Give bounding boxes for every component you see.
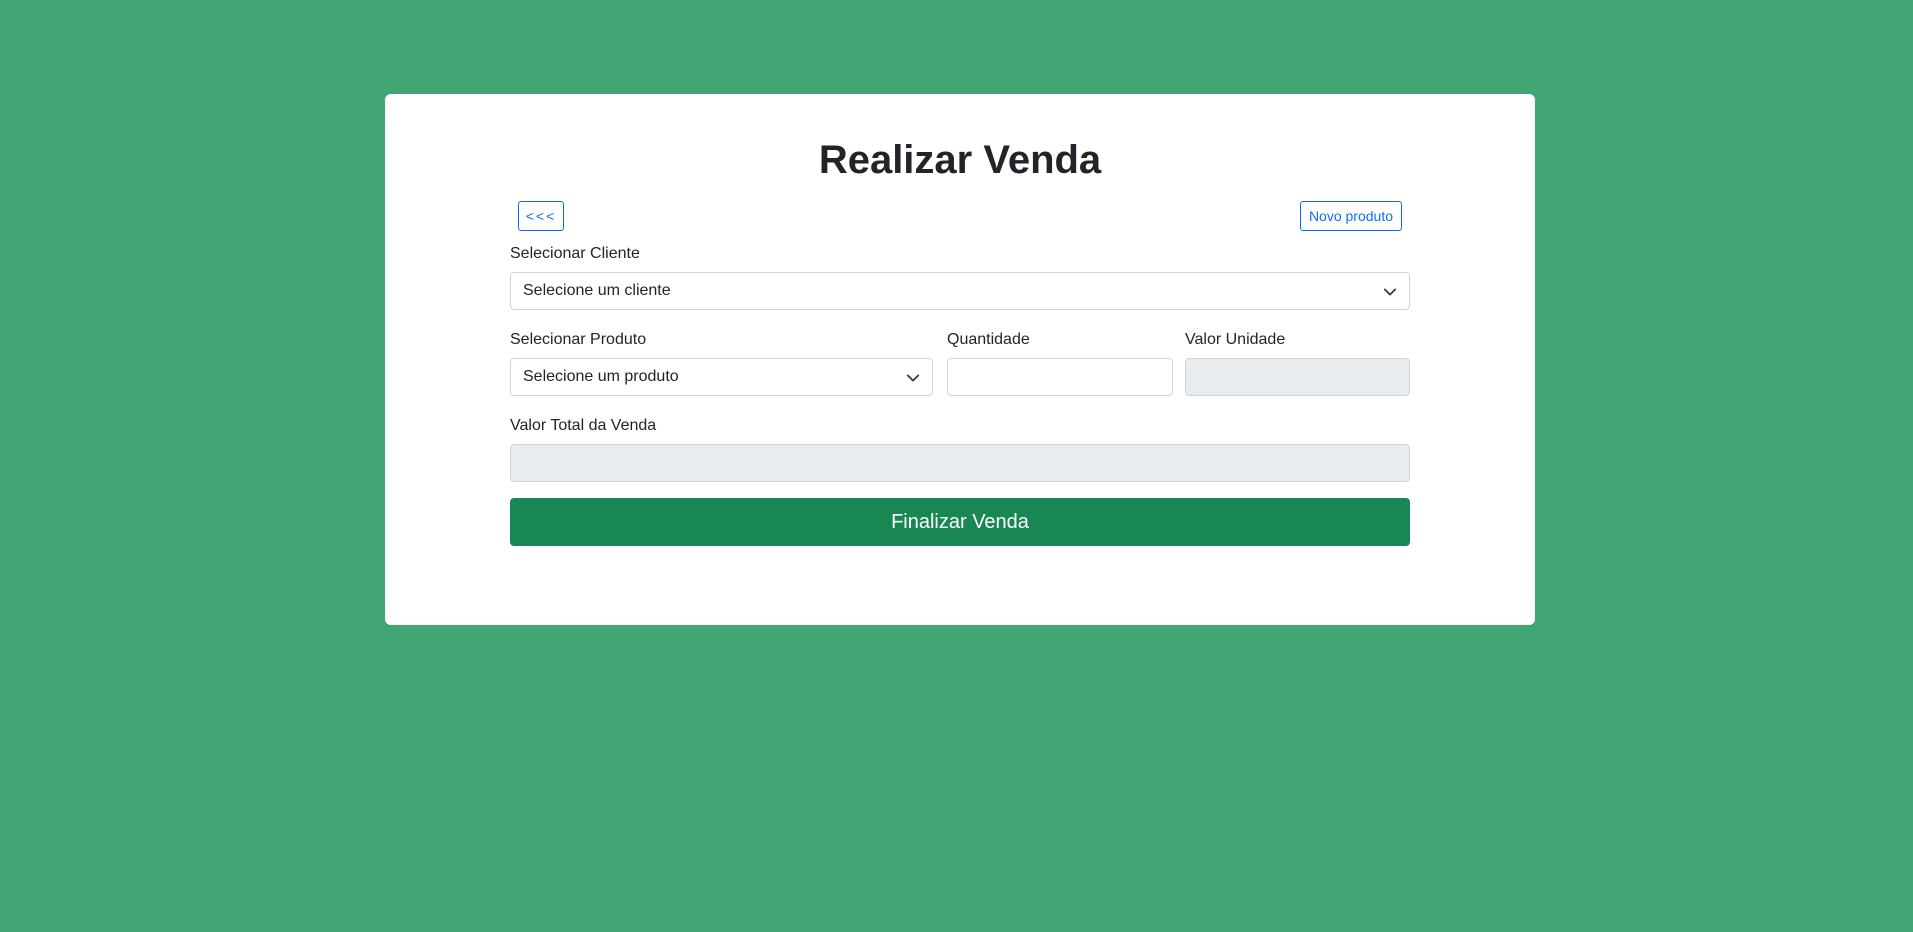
client-select[interactable]: Selecione um cliente bbox=[510, 272, 1410, 310]
client-select-value: Selecione um cliente bbox=[523, 282, 671, 299]
chevron-down-icon bbox=[906, 374, 920, 382]
total-label: Valor Total da Venda bbox=[510, 417, 657, 434]
page-title: Realizar Venda bbox=[818, 138, 1102, 182]
unit-value-label: Valor Unidade bbox=[1185, 331, 1286, 348]
finalize-sale-button[interactable]: Finalizar Venda bbox=[510, 498, 1410, 546]
chevron-down-icon bbox=[1383, 288, 1397, 296]
client-label: Selecionar Cliente bbox=[510, 245, 640, 262]
quantity-label: Quantidade bbox=[947, 331, 1030, 348]
unit-value-field bbox=[1185, 358, 1410, 396]
sale-card: Realizar Venda <<< Novo produto Selecion… bbox=[385, 94, 1535, 625]
total-value-field bbox=[510, 444, 1410, 482]
new-product-button[interactable]: Novo produto bbox=[1299, 201, 1402, 231]
product-label: Selecionar Produto bbox=[510, 331, 647, 348]
product-select-value: Selecione um produto bbox=[523, 368, 679, 385]
back-button[interactable]: <<< bbox=[518, 201, 564, 231]
product-select[interactable]: Selecione um produto bbox=[510, 358, 933, 396]
quantity-input[interactable] bbox=[947, 358, 1173, 396]
